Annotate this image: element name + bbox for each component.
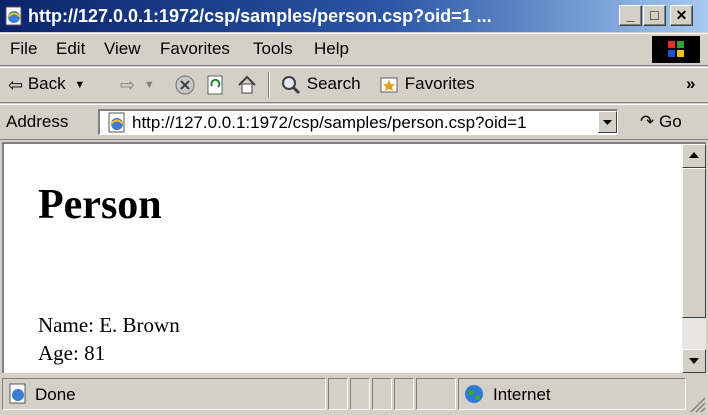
address-dropdown-button[interactable] (598, 111, 617, 133)
search-button[interactable]: Search (280, 73, 361, 96)
toolbar-overflow-chevron[interactable]: » (686, 73, 695, 95)
forward-arrow-icon: ⇨ (120, 74, 136, 95)
page-content: Person Name: E. Brown Age: 81 (2, 142, 706, 373)
vertical-scrollbar[interactable] (682, 144, 706, 373)
back-button[interactable]: ⇦ Back ▼ (8, 73, 85, 96)
go-button-label: Go (658, 112, 682, 131)
search-button-label: Search (306, 74, 361, 93)
dropdown-arrow-icon: ▼ (74, 78, 86, 91)
menu-tools[interactable]: Tools (253, 39, 293, 59)
favorites-icon (380, 77, 398, 93)
chevron-down-icon (689, 358, 699, 364)
home-icon (238, 75, 256, 94)
status-zone-pane: Internet (458, 378, 686, 410)
status-bar: Done Internet (0, 374, 708, 415)
refresh-icon (207, 75, 223, 95)
address-url: http://127.0.0.1:1972/csp/samples/person… (132, 113, 527, 132)
title-bar: http://127.0.0.1:1972/csp/samples/person… (0, 0, 708, 32)
maximize-button[interactable]: □ (643, 5, 666, 26)
scrollbar-thumb[interactable] (682, 168, 706, 318)
internet-globe-icon (465, 385, 483, 403)
menu-favorites[interactable]: Favorites (160, 39, 230, 59)
resize-grip-icon[interactable] (688, 395, 706, 413)
favorites-button[interactable]: Favorites (378, 73, 475, 96)
ie-page-icon (5, 6, 22, 26)
status-pane (394, 378, 414, 410)
page-icon (108, 112, 125, 133)
favorites-button-label: Favorites (404, 74, 475, 93)
status-text: Done (35, 385, 76, 404)
status-zone: Internet (493, 385, 551, 404)
page-done-icon (9, 383, 26, 404)
windows-logo-icon (652, 36, 700, 63)
close-button[interactable]: ✕ (670, 5, 693, 26)
stop-icon (175, 75, 195, 95)
person-name: Name: E. Brown (38, 313, 180, 337)
address-label: Address (6, 112, 69, 131)
scroll-down-button[interactable] (682, 349, 706, 373)
status-pane (416, 378, 456, 410)
menu-file[interactable]: File (10, 39, 37, 59)
scroll-up-button[interactable] (682, 144, 706, 168)
home-button[interactable] (236, 73, 258, 96)
address-input[interactable]: http://127.0.0.1:1972/csp/samples/person… (98, 109, 618, 135)
status-main-pane: Done (2, 378, 326, 410)
menu-edit[interactable]: Edit (56, 39, 85, 59)
stop-button[interactable] (174, 73, 196, 96)
menu-bar: File Edit View Favorites Tools Help (0, 33, 708, 66)
chevron-down-icon (603, 120, 612, 125)
go-button[interactable]: ↷ Go (640, 112, 682, 132)
toolbar-separator (268, 72, 270, 98)
forward-button[interactable]: ⇨ ▼ (120, 73, 155, 96)
dropdown-arrow-icon: ▼ (143, 78, 155, 91)
page-heading: Person (38, 182, 162, 228)
search-icon (282, 75, 301, 94)
address-bar: Address http://127.0.0.1:1972/csp/sample… (0, 104, 708, 140)
status-pane (328, 378, 348, 410)
chevron-up-icon (689, 152, 699, 158)
go-arrow-icon: ↷ (640, 112, 655, 131)
standard-toolbar: ⇦ Back ▼ ⇨ ▼ Search Favorites » (0, 67, 708, 103)
refresh-button[interactable] (204, 73, 226, 96)
status-pane (372, 378, 392, 410)
person-age: Age: 81 (38, 341, 106, 365)
back-arrow-icon: ⇦ (8, 74, 24, 95)
menu-help[interactable]: Help (314, 39, 349, 59)
window-title: http://127.0.0.1:1972/csp/samples/person… (28, 6, 492, 26)
menu-view[interactable]: View (104, 39, 141, 59)
status-pane (350, 378, 370, 410)
minimize-button[interactable]: _ (619, 5, 642, 26)
back-button-label: Back (27, 74, 66, 93)
